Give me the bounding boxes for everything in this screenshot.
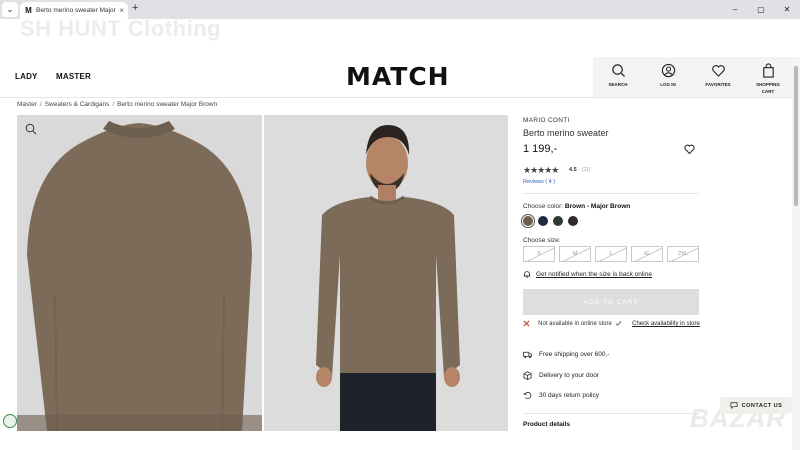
feature-returns-text: 30 days return policy xyxy=(539,392,599,399)
online-availability: Not available in online store xyxy=(523,320,614,328)
color-label-text: Choose color: xyxy=(523,203,564,210)
header-divider xyxy=(0,97,800,98)
notify-link[interactable]: Get notified when the size is back onlin… xyxy=(523,270,652,278)
swatch-navy[interactable] xyxy=(538,216,548,226)
header-icons: SEARCH LOG IN FAVORITES SHOPPING CART xyxy=(593,57,793,97)
breadcrumb-category[interactable]: Sweaters & Cardigans xyxy=(45,101,110,108)
favorites-button[interactable]: FAVORITES xyxy=(696,63,740,88)
size-xl-label: XL xyxy=(643,251,651,257)
zoom-icon[interactable] xyxy=(25,123,37,135)
size-l[interactable]: L xyxy=(595,246,627,262)
user-icon xyxy=(661,63,675,78)
bag-icon xyxy=(762,63,774,78)
truck-icon xyxy=(523,351,532,359)
contact-us-button[interactable]: CONTACT US xyxy=(720,397,792,414)
details-divider-bottom xyxy=(523,413,699,414)
not-available-text: Not available in online store xyxy=(538,321,612,327)
cart-label: SHOPPING CART xyxy=(756,82,780,95)
watermark-top: SH HUNT Clothing xyxy=(20,16,222,41)
notify-text: Get notified when the size is back onlin… xyxy=(536,270,652,278)
swatch-brown[interactable] xyxy=(523,216,533,226)
size-2xl[interactable]: 2XL xyxy=(667,246,699,262)
x-icon xyxy=(523,320,530,327)
color-swatches xyxy=(523,216,578,226)
color-label: Choose color: Brown - Major Brown xyxy=(523,203,630,210)
return-icon xyxy=(523,391,532,400)
product-image-model[interactable] xyxy=(264,115,508,431)
product-brand[interactable]: MARIO CONTI xyxy=(523,117,570,124)
size-2xl-label: 2XL xyxy=(678,251,688,257)
favorite-heart-icon[interactable] xyxy=(683,143,696,155)
search-label: SEARCH xyxy=(608,82,628,87)
maximize-button[interactable]: ▢ xyxy=(748,0,774,19)
close-window-button[interactable]: ✕ xyxy=(774,0,800,19)
rating-count: (11) xyxy=(582,167,591,173)
window-controls: – ▢ ✕ xyxy=(722,0,800,19)
feature-returns: 30 days return policy xyxy=(523,391,599,400)
product-name: Berto merino sweater xyxy=(523,128,609,138)
chat-icon xyxy=(730,402,738,409)
check-icon xyxy=(615,321,622,326)
tab-close-icon[interactable]: × xyxy=(119,6,124,15)
breadcrumb-master[interactable]: Master xyxy=(17,101,37,108)
favorites-label: FAVORITES xyxy=(705,82,731,87)
breadcrumb: Master / Sweaters & Cardigans / Berto merino… xyxy=(17,101,218,108)
chat-widget-icon[interactable] xyxy=(3,414,17,428)
heart-icon xyxy=(711,65,725,77)
store-availability-link[interactable]: Check availability in store xyxy=(615,320,704,328)
color-value: Brown - Major Brown xyxy=(564,203,631,210)
size-m-label: M xyxy=(572,251,578,257)
search-button[interactable]: SEARCH xyxy=(596,63,640,88)
tab-search-icon[interactable]: ⌄ xyxy=(2,2,18,17)
feature-delivery-text: Delivery to your door xyxy=(539,372,599,379)
feature-delivery: Delivery to your door xyxy=(523,371,599,380)
size-label: Choose size: xyxy=(523,237,561,244)
details-divider xyxy=(523,193,699,194)
star-rating: ★★★★★ xyxy=(523,165,559,175)
reviews-link[interactable]: Reviews ( 4 ) xyxy=(523,179,555,185)
sweater-back-illustration xyxy=(17,115,262,431)
bell-icon xyxy=(523,271,531,278)
size-l-label: L xyxy=(609,251,613,257)
nav-lady[interactable]: LADY xyxy=(15,72,38,81)
search-icon xyxy=(611,64,625,78)
login-label: LOG IN xyxy=(660,82,676,87)
feature-shipping: Free shipping over 600,- xyxy=(523,350,609,359)
check-availability-text: Check availability in store xyxy=(632,321,700,327)
breadcrumb-current: Berto merino sweater Major Brown xyxy=(117,101,218,108)
size-m[interactable]: M xyxy=(559,246,591,262)
product-image-back[interactable] xyxy=(17,115,262,431)
swatch-green[interactable] xyxy=(553,216,563,226)
login-button[interactable]: LOG IN xyxy=(646,63,690,88)
size-options: S M L XL 2XL xyxy=(523,246,699,262)
nav-master[interactable]: MASTER xyxy=(56,72,91,81)
size-xl[interactable]: XL xyxy=(631,246,663,262)
cart-button[interactable]: SHOPPING CART xyxy=(746,63,790,95)
size-s[interactable]: S xyxy=(523,246,555,262)
tab-favicon: M xyxy=(25,6,32,15)
box-icon xyxy=(523,371,532,380)
size-s-label: S xyxy=(537,251,541,257)
site-logo[interactable]: MATCH xyxy=(346,62,450,91)
model-illustration xyxy=(264,115,508,431)
tab-title: Berto merino sweater Major B... xyxy=(36,7,117,14)
product-details-heading[interactable]: Product details xyxy=(523,421,570,428)
feature-shipping-text: Free shipping over 600,- xyxy=(539,351,610,358)
swatch-charcoal[interactable] xyxy=(568,216,578,226)
contact-us-label: CONTACT US xyxy=(741,402,783,409)
minimize-button[interactable]: – xyxy=(722,0,748,19)
scrollbar-thumb[interactable] xyxy=(794,66,798,206)
rating-value: 4.5 xyxy=(569,167,577,173)
new-tab-button[interactable]: + xyxy=(132,2,138,14)
product-price: 1 199,- xyxy=(523,143,558,155)
add-to-cart-button[interactable]: ADD TO CART xyxy=(523,289,699,315)
